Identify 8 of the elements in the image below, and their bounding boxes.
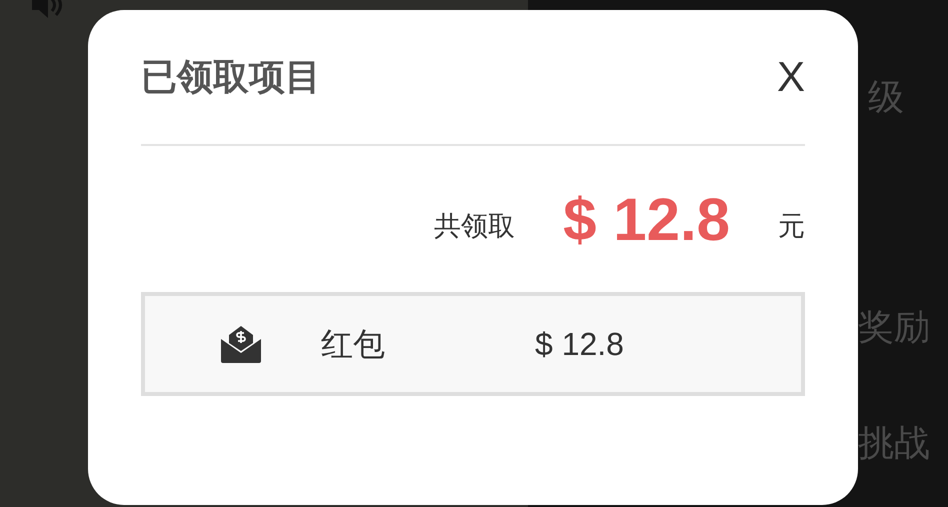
total-amount: $ 12.8: [563, 190, 730, 250]
envelope-money-icon: [221, 325, 261, 363]
item-name: 红包: [321, 325, 386, 364]
dialog-title: 已领取项目: [141, 55, 321, 99]
item-amount: $ 12.8: [535, 325, 624, 364]
unit-label: 元: [778, 210, 805, 242]
total-label: 共领取: [434, 210, 516, 242]
close-button[interactable]: X: [776, 56, 805, 98]
